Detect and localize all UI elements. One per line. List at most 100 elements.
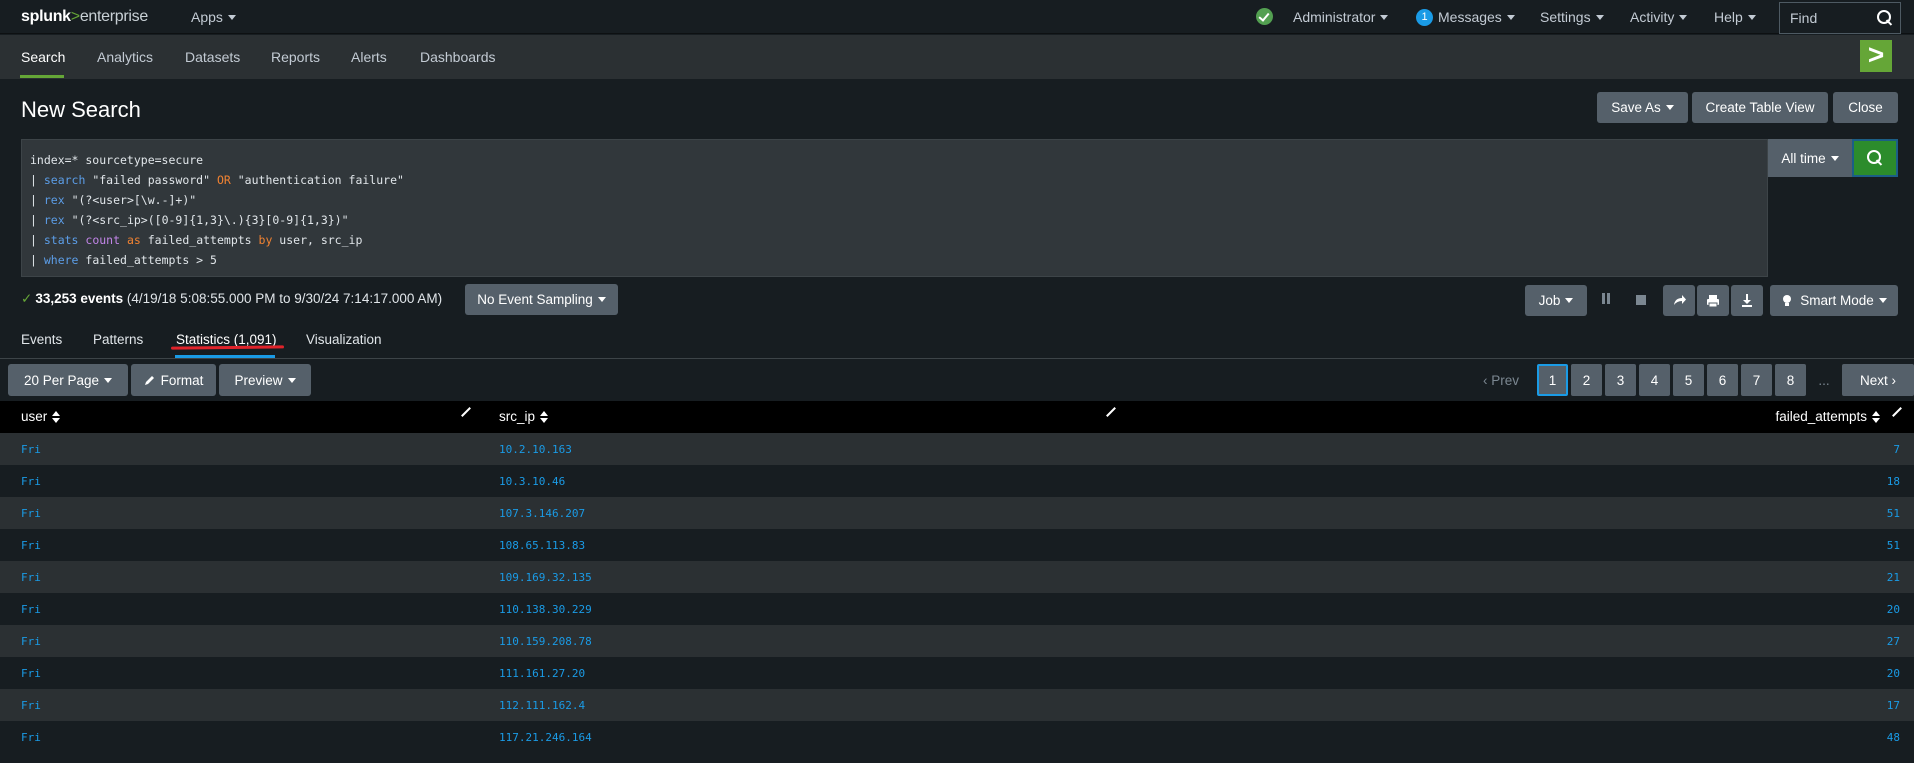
format-button[interactable]: Format: [131, 364, 216, 396]
table-row: Fri 110.159.208.78 27: [0, 625, 1914, 657]
column-header-user[interactable]: user: [21, 409, 61, 424]
cell-src-ip[interactable]: 112.111.162.4: [499, 699, 585, 712]
tab-patterns[interactable]: Patterns: [93, 332, 143, 347]
cell-src-ip[interactable]: 111.161.27.20: [499, 667, 585, 680]
print-button[interactable]: [1697, 285, 1729, 316]
cell-failed-attempts[interactable]: 20: [1887, 667, 1900, 680]
pager-next-button[interactable]: Next ›: [1842, 364, 1914, 396]
create-table-view-button[interactable]: Create Table View: [1692, 92, 1828, 123]
pencil-icon[interactable]: [1892, 407, 1902, 417]
administrator-menu[interactable]: Administrator: [1293, 0, 1389, 34]
save-as-label: Save As: [1611, 100, 1661, 115]
time-range-picker[interactable]: All time: [1768, 139, 1852, 177]
cell-src-ip[interactable]: 110.138.30.229: [499, 603, 592, 616]
app-nav-analytics[interactable]: Analytics: [97, 49, 153, 65]
tab-visualization[interactable]: Visualization: [306, 332, 382, 347]
query-line: | rex "(?<src_ip>([0-9]{1,3}\.){3}[0-9]{…: [30, 210, 1759, 230]
pager-page-7[interactable]: 7: [1741, 364, 1772, 396]
app-nav-datasets[interactable]: Datasets: [185, 49, 240, 65]
cell-src-ip[interactable]: 110.159.208.78: [499, 635, 592, 648]
cell-src-ip[interactable]: 107.3.146.207: [499, 507, 585, 520]
search-icon: [1867, 150, 1883, 166]
cell-user[interactable]: Fri: [21, 699, 41, 712]
search-app-icon[interactable]: >: [1860, 40, 1892, 72]
tab-events[interactable]: Events: [21, 332, 62, 347]
cell-failed-attempts[interactable]: 7: [1893, 443, 1900, 456]
export-button[interactable]: [1731, 285, 1763, 316]
query-text: failed_attempts > 5: [78, 253, 217, 267]
cell-failed-attempts[interactable]: 20: [1887, 603, 1900, 616]
pager-page-1[interactable]: 1: [1537, 364, 1568, 396]
cell-failed-attempts[interactable]: 17: [1887, 699, 1900, 712]
chevron-down-icon: [1595, 14, 1604, 20]
search-query-editor[interactable]: index=* sourcetype=secure | search "fail…: [21, 139, 1768, 277]
search-mode-dropdown[interactable]: Smart Mode: [1770, 285, 1898, 316]
cell-src-ip[interactable]: 108.65.113.83: [499, 539, 585, 552]
search-icon[interactable]: [1877, 10, 1893, 26]
cell-src-ip[interactable]: 10.3.10.46: [499, 475, 565, 488]
cell-user[interactable]: Fri: [21, 443, 41, 456]
cell-user[interactable]: Fri: [21, 571, 41, 584]
preview-dropdown[interactable]: Preview: [219, 364, 311, 396]
pager-page-4[interactable]: 4: [1639, 364, 1670, 396]
messages-menu[interactable]: 1 Messages: [1416, 0, 1515, 34]
cell-user[interactable]: Fri: [21, 635, 41, 648]
cell-failed-attempts[interactable]: 51: [1887, 507, 1900, 520]
share-button[interactable]: [1663, 285, 1695, 316]
job-menu-button[interactable]: Job: [1525, 285, 1587, 316]
apps-menu[interactable]: Apps: [191, 0, 236, 34]
app-nav-dashboards[interactable]: Dashboards: [420, 49, 496, 65]
cell-src-ip[interactable]: 109.169.32.135: [499, 571, 592, 584]
stop-icon[interactable]: [1636, 295, 1646, 305]
query-command: where: [43, 253, 79, 267]
close-button[interactable]: Close: [1833, 92, 1898, 123]
pencil-icon[interactable]: [461, 407, 471, 417]
pager-page-5[interactable]: 5: [1673, 364, 1704, 396]
pager-page-2[interactable]: 2: [1571, 364, 1602, 396]
cell-user[interactable]: Fri: [21, 507, 41, 520]
settings-menu[interactable]: Settings: [1540, 0, 1604, 34]
pager-page-3[interactable]: 3: [1605, 364, 1636, 396]
run-search-button[interactable]: [1852, 139, 1898, 177]
format-label: Format: [160, 372, 204, 388]
event-sampling-dropdown[interactable]: No Event Sampling: [465, 284, 618, 315]
cell-failed-attempts[interactable]: 18: [1887, 475, 1900, 488]
cell-failed-attempts[interactable]: 21: [1887, 571, 1900, 584]
app-nav-alerts[interactable]: Alerts: [351, 49, 387, 65]
share-icon: [1674, 295, 1686, 305]
pager-ellipsis: ...: [1818, 372, 1830, 388]
cell-user[interactable]: Fri: [21, 603, 41, 616]
save-as-button[interactable]: Save As: [1597, 92, 1688, 123]
cell-failed-attempts[interactable]: 27: [1887, 635, 1900, 648]
cell-failed-attempts[interactable]: 51: [1887, 539, 1900, 552]
app-nav-search[interactable]: Search: [21, 49, 65, 65]
column-header-src-ip[interactable]: src_ip: [499, 409, 549, 424]
query-pipe: |: [30, 233, 44, 247]
cell-user[interactable]: Fri: [21, 539, 41, 552]
find-input[interactable]: [1780, 3, 1870, 33]
query-text: failed_attempts: [140, 233, 259, 247]
splunk-logo[interactable]: splunk>enterprise: [21, 8, 148, 26]
pencil-icon[interactable]: [1106, 407, 1116, 417]
event-count: 33,253 events: [35, 291, 124, 306]
pager-prev-button[interactable]: ‹ Prev: [1470, 364, 1532, 396]
cell-src-ip[interactable]: 117.21.246.164: [499, 731, 592, 744]
pager-page-8[interactable]: 8: [1775, 364, 1806, 396]
app-nav-reports[interactable]: Reports: [271, 49, 320, 65]
cell-src-ip[interactable]: 10.2.10.163: [499, 443, 572, 456]
pause-icon[interactable]: [1600, 293, 1612, 305]
table-row: Fri 117.21.246.164 48: [0, 721, 1914, 753]
cell-failed-attempts[interactable]: 48: [1887, 731, 1900, 744]
column-header-failed-attempts[interactable]: failed_attempts: [1775, 409, 1880, 424]
help-menu[interactable]: Help: [1714, 0, 1756, 34]
query-text: "(?<user>[\w.-]+)": [64, 193, 197, 207]
chevron-down-icon: [1665, 105, 1674, 110]
cell-user[interactable]: Fri: [21, 475, 41, 488]
per-page-dropdown[interactable]: 20 Per Page: [8, 364, 128, 396]
cell-user[interactable]: Fri: [21, 667, 41, 680]
pager-page-6[interactable]: 6: [1707, 364, 1738, 396]
health-ok-icon[interactable]: [1256, 8, 1273, 25]
cell-user[interactable]: Fri: [21, 731, 41, 744]
logo-main-text: splunk: [21, 8, 71, 25]
activity-menu[interactable]: Activity: [1630, 0, 1688, 34]
